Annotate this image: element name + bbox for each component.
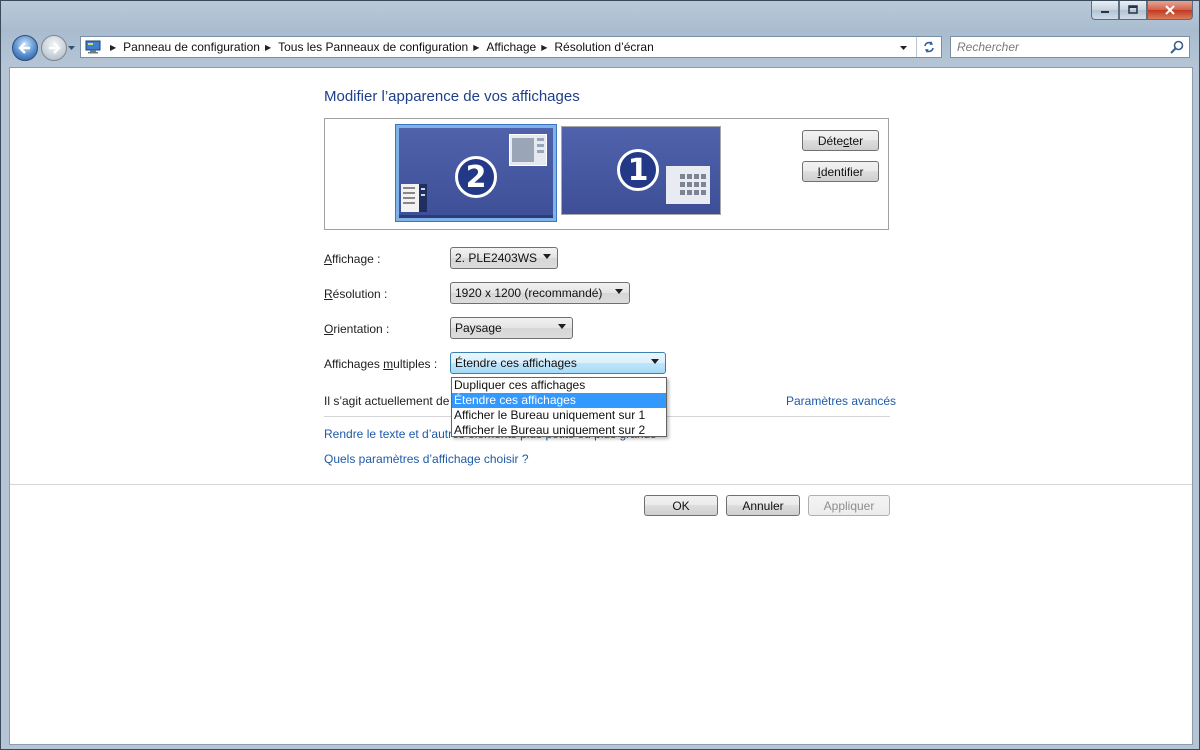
arrow-left-icon	[18, 42, 30, 54]
option-extend[interactable]: Étendre ces affichages	[452, 393, 666, 408]
detect-button[interactable]: Déte c ter	[802, 130, 879, 151]
multiple-displays-label-key: m	[383, 357, 394, 371]
address-bar[interactable]: ▶ Panneau de configuration ▶ Tous les Pa…	[80, 36, 942, 58]
multiple-displays-dropdown: Dupliquer ces affichages Étendre ces aff…	[451, 377, 667, 437]
multiple-displays-select-value: Étendre ces affichages	[455, 356, 577, 370]
refresh-icon	[924, 41, 934, 53]
close-button[interactable]	[1147, 1, 1193, 20]
orientation-select[interactable]: Paysage	[450, 317, 573, 339]
window: ▶ Panneau de configuration ▶ Tous les Pa…	[0, 0, 1200, 750]
close-icon	[1165, 5, 1175, 15]
chevron-down-icon	[68, 46, 75, 50]
breadcrumb-item-display[interactable]: Affichage	[486, 40, 536, 54]
advanced-settings-link[interactable]: Paramètres avancés	[786, 394, 896, 408]
breadcrumb-item-screen-resolution[interactable]: Résolution d’écran	[554, 40, 653, 54]
orientation-label-text: rientation :	[333, 322, 390, 336]
monitor-2-thumbnail[interactable]: 2	[395, 124, 557, 222]
start-menu-thumbnail-icon	[401, 184, 427, 212]
resolution-select[interactable]: 1920 x 1200 (recommandé)	[450, 282, 630, 304]
search-icon[interactable]	[1169, 39, 1185, 55]
breadcrumb-item-all-panels[interactable]: Tous les Panneaux de configuration	[278, 40, 468, 54]
recent-pages-button[interactable]	[67, 43, 77, 53]
display-label-text: ffichage :	[332, 252, 381, 266]
multiple-displays-select[interactable]: Étendre ces affichages	[450, 352, 666, 374]
option-desktop-only-2[interactable]: Afficher le Bureau uniquement sur 2	[452, 423, 666, 438]
refresh-button[interactable]	[916, 37, 941, 57]
chevron-down-icon	[543, 254, 551, 259]
cancel-button[interactable]: Annuler	[726, 495, 800, 516]
monitor-preview: 2 1 Déte c ter I dentifier	[324, 118, 889, 230]
detect-button-label: Déte	[817, 133, 844, 148]
multiple-displays-label-start: Affichages	[324, 357, 384, 371]
footer-divider	[10, 484, 1192, 485]
chevron-down-icon	[899, 45, 907, 50]
breadcrumb-separator-icon[interactable]: ▶	[473, 43, 479, 52]
ok-button[interactable]: OK	[644, 495, 718, 516]
identify-button[interactable]: Identifier	[802, 161, 879, 182]
search-box[interactable]	[950, 36, 1190, 58]
address-history-button[interactable]	[895, 37, 911, 57]
breadcrumb-separator-icon[interactable]: ▶	[541, 43, 547, 52]
arrow-right-icon	[49, 42, 61, 54]
maximize-icon	[1128, 5, 1138, 14]
monitor-2-number: 2	[455, 156, 497, 198]
control-panel-icon	[85, 40, 101, 54]
title-bar[interactable]	[1, 1, 1199, 29]
display-select-value: 2. PLE2403WS	[455, 251, 538, 265]
display-label-key: A	[324, 252, 333, 266]
orientation-label: Orientation :	[324, 322, 389, 336]
breadcrumb-separator-icon[interactable]: ▶	[265, 43, 271, 52]
resolution-label: Résolution :	[324, 287, 387, 301]
maximize-button[interactable]	[1119, 1, 1147, 20]
resolution-label-text: ésolution :	[332, 287, 388, 301]
content-panel: Modifier l’apparence de vos affichages 2	[9, 67, 1193, 745]
resolution-select-value: 1920 x 1200 (recommandé)	[455, 286, 603, 300]
minimize-icon	[1101, 11, 1109, 13]
display-select[interactable]: 2. PLE2403WS	[450, 247, 558, 269]
orientation-label-key: O	[324, 322, 334, 336]
detect-button-label-end: ter	[849, 133, 864, 148]
multiple-displays-label-text: ultiples :	[393, 357, 438, 371]
caption-buttons	[1091, 1, 1193, 20]
monitor-1-number: 1	[617, 149, 659, 191]
which-settings-link[interactable]: Quels paramètres d’affichage choisir ?	[324, 452, 529, 466]
page-title: Modifier l’apparence de vos affichages	[324, 88, 580, 105]
monitor-1-thumbnail[interactable]: 1	[561, 126, 721, 215]
search-input[interactable]	[951, 37, 1169, 57]
identify-button-label: dentifier	[820, 164, 864, 179]
back-button[interactable]	[12, 35, 38, 61]
resolution-label-key: R	[324, 287, 333, 301]
minimize-button[interactable]	[1091, 1, 1119, 20]
forward-button[interactable]	[41, 35, 67, 61]
apply-button[interactable]: Appliquer	[808, 495, 890, 516]
multiple-displays-label: Affichages multiples :	[324, 357, 437, 371]
taskbar-thumbnail	[399, 215, 553, 218]
orientation-select-value: Paysage	[455, 321, 502, 335]
chevron-down-icon	[651, 359, 659, 364]
navigation-bar: ▶ Panneau de configuration ▶ Tous les Pa…	[1, 31, 1199, 63]
chevron-down-icon	[615, 289, 623, 294]
option-desktop-only-1[interactable]: Afficher le Bureau uniquement sur 1	[452, 408, 666, 423]
breadcrumb-separator-icon[interactable]: ▶	[110, 43, 116, 52]
window-thumbnail-icon	[509, 134, 547, 166]
start-screen-thumbnail-icon	[666, 166, 710, 204]
display-label: Affichage :	[324, 252, 381, 266]
status-text: Il s’agit actuellement de	[324, 394, 450, 408]
option-duplicate[interactable]: Dupliquer ces affichages	[452, 378, 666, 393]
chevron-down-icon	[558, 324, 566, 329]
breadcrumb: ▶ Panneau de configuration ▶ Tous les Pa…	[105, 37, 654, 57]
breadcrumb-item-control-panel[interactable]: Panneau de configuration	[123, 40, 260, 54]
